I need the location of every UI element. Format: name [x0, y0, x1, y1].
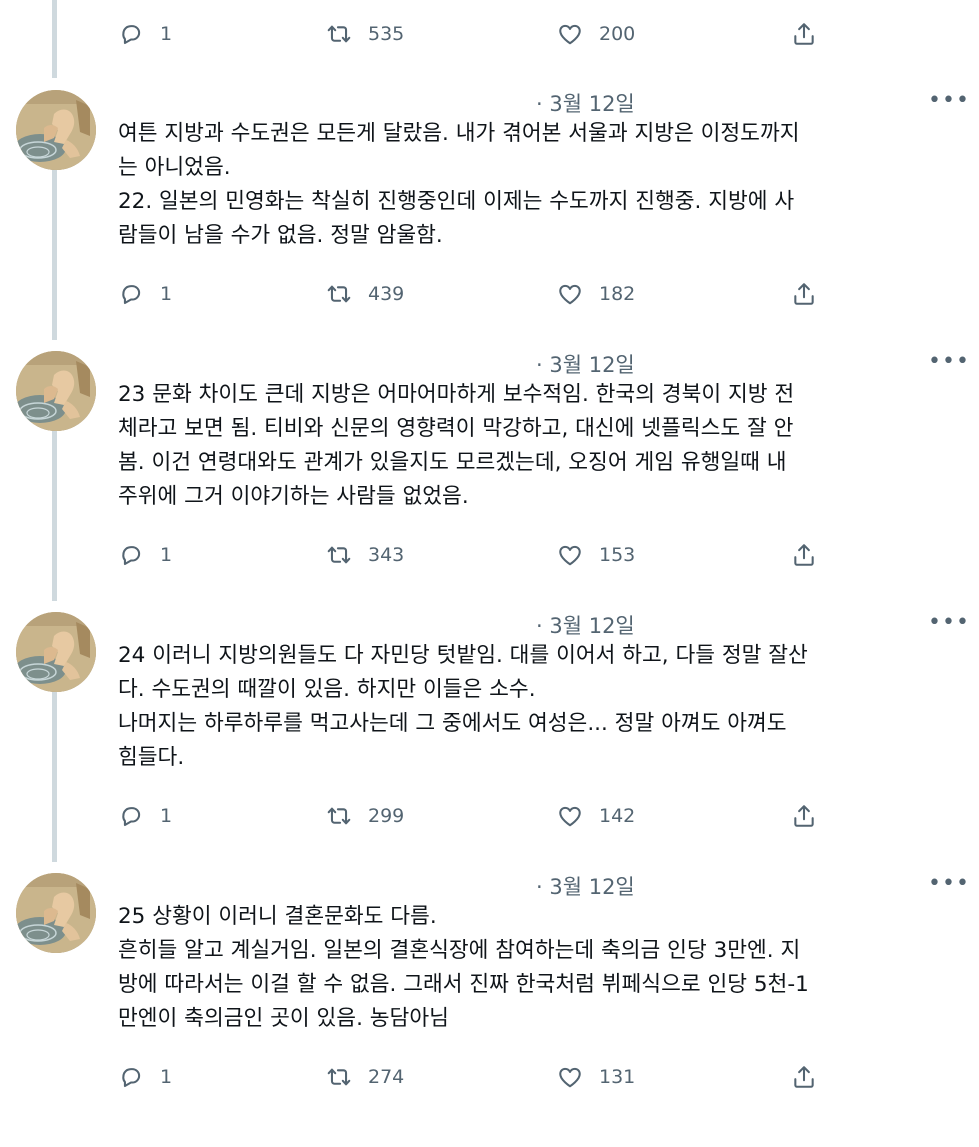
more-options-button[interactable]: ••• — [928, 871, 970, 896]
like-button[interactable]: 142 — [555, 796, 635, 836]
share-upload-icon — [789, 1062, 819, 1092]
retweet-arrows-icon — [324, 1062, 354, 1092]
reply-bubble-icon — [116, 540, 146, 570]
reply-bubble-icon — [116, 19, 146, 49]
reply-button[interactable]: 1 — [116, 1057, 172, 1097]
reply-button[interactable]: 1 — [116, 14, 172, 54]
tweet-actions: 1 439 182 — [108, 274, 868, 314]
avatar[interactable] — [16, 612, 96, 692]
avatar[interactable] — [16, 873, 96, 953]
more-options-button[interactable]: ••• — [928, 610, 970, 635]
more-options-button[interactable]: ••• — [928, 349, 970, 374]
tweet-date[interactable]: · 3월 12일 — [536, 871, 635, 901]
tweet-actions: 1 274 131 — [108, 1057, 868, 1097]
tweet[interactable]: · 3월 12일 ••• 23 문화 차이도 큰데 지방은 어마어마하게 보수적… — [0, 349, 979, 609]
retweet-arrows-icon — [324, 279, 354, 309]
retweet-button[interactable]: 274 — [324, 1057, 404, 1097]
like-button[interactable]: 182 — [555, 274, 635, 314]
tweet-actions: 1 535 200 — [108, 14, 868, 54]
share-button[interactable] — [789, 535, 819, 575]
reply-count: 1 — [160, 544, 173, 566]
like-count: 131 — [599, 1066, 636, 1088]
retweet-count: 343 — [368, 544, 405, 566]
retweet-count: 274 — [368, 1066, 405, 1088]
retweet-count: 299 — [368, 805, 405, 827]
tweet-text: 25 상황이 이러니 결혼문화도 다름. 흔히들 알고 계실거임. 일본의 결혼… — [118, 904, 809, 1031]
tweet[interactable]: · 3월 12일 ••• 여튼 지방과 수도권은 모든게 달랐음. 내가 겪어본… — [0, 88, 979, 348]
like-button[interactable]: 200 — [555, 14, 635, 54]
painting-avatar — [16, 612, 96, 692]
heart-icon — [555, 279, 585, 309]
like-count: 142 — [599, 805, 636, 827]
more-options-button[interactable]: ••• — [928, 88, 970, 113]
share-upload-icon — [789, 801, 819, 831]
share-upload-icon — [789, 279, 819, 309]
avatar[interactable] — [16, 351, 96, 431]
share-upload-icon — [789, 540, 819, 570]
retweet-button[interactable]: 343 — [324, 535, 404, 575]
retweet-arrows-icon — [324, 19, 354, 49]
reply-bubble-icon — [116, 801, 146, 831]
tweet-actions: 1 299 142 — [108, 796, 868, 836]
like-count: 153 — [599, 544, 636, 566]
like-button[interactable]: 153 — [555, 535, 635, 575]
painting-avatar — [16, 351, 96, 431]
tweet-date[interactable]: · 3월 12일 — [536, 349, 635, 379]
retweet-count: 439 — [368, 283, 405, 305]
reply-count: 1 — [160, 1066, 173, 1088]
painting-avatar — [16, 873, 96, 953]
thread-line — [52, 0, 57, 78]
heart-icon — [555, 19, 585, 49]
reply-count: 1 — [160, 23, 173, 45]
retweet-count: 535 — [368, 23, 405, 45]
reply-bubble-icon — [116, 1062, 146, 1092]
reply-button[interactable]: 1 — [116, 535, 172, 575]
share-upload-icon — [789, 19, 819, 49]
reply-count: 1 — [160, 805, 173, 827]
share-button[interactable] — [789, 274, 819, 314]
like-count: 200 — [599, 23, 636, 45]
tweet-text: 23 문화 차이도 큰데 지방은 어마어마하게 보수적임. 한국의 경북이 지방… — [118, 382, 795, 509]
retweet-arrows-icon — [324, 540, 354, 570]
painting-avatar — [16, 90, 96, 170]
share-button[interactable] — [789, 796, 819, 836]
tweet-text: 24 이러니 지방의원들도 다 자민당 텃밭임. 대를 이어서 하고, 다들 정… — [118, 643, 808, 770]
tweet-actions: 1 343 153 — [108, 535, 868, 575]
avatar[interactable] — [16, 90, 96, 170]
tweet-text: 여튼 지방과 수도권은 모든게 달랐음. 내가 겪어본 서울과 지방은 이정도까… — [118, 121, 800, 248]
tweet[interactable]: · 3월 12일 ••• 24 이러니 지방의원들도 다 자민당 텃밭임. 대를… — [0, 610, 979, 870]
retweet-button[interactable]: 299 — [324, 796, 404, 836]
heart-icon — [555, 540, 585, 570]
tweet-date[interactable]: · 3월 12일 — [536, 610, 635, 640]
heart-icon — [555, 1062, 585, 1092]
like-button[interactable]: 131 — [555, 1057, 635, 1097]
share-button[interactable] — [789, 14, 819, 54]
reply-count: 1 — [160, 283, 173, 305]
retweet-button[interactable]: 535 — [324, 14, 404, 54]
reply-button[interactable]: 1 — [116, 274, 172, 314]
heart-icon — [555, 801, 585, 831]
tweet[interactable]: · 3월 12일 ••• 25 상황이 이러니 결혼문화도 다름. 흔히들 알고… — [0, 871, 979, 1131]
reply-button[interactable]: 1 — [116, 796, 172, 836]
retweet-button[interactable]: 439 — [324, 274, 404, 314]
retweet-arrows-icon — [324, 801, 354, 831]
reply-bubble-icon — [116, 279, 146, 309]
share-button[interactable] — [789, 1057, 819, 1097]
tweet-date[interactable]: · 3월 12일 — [536, 88, 635, 118]
like-count: 182 — [599, 283, 636, 305]
